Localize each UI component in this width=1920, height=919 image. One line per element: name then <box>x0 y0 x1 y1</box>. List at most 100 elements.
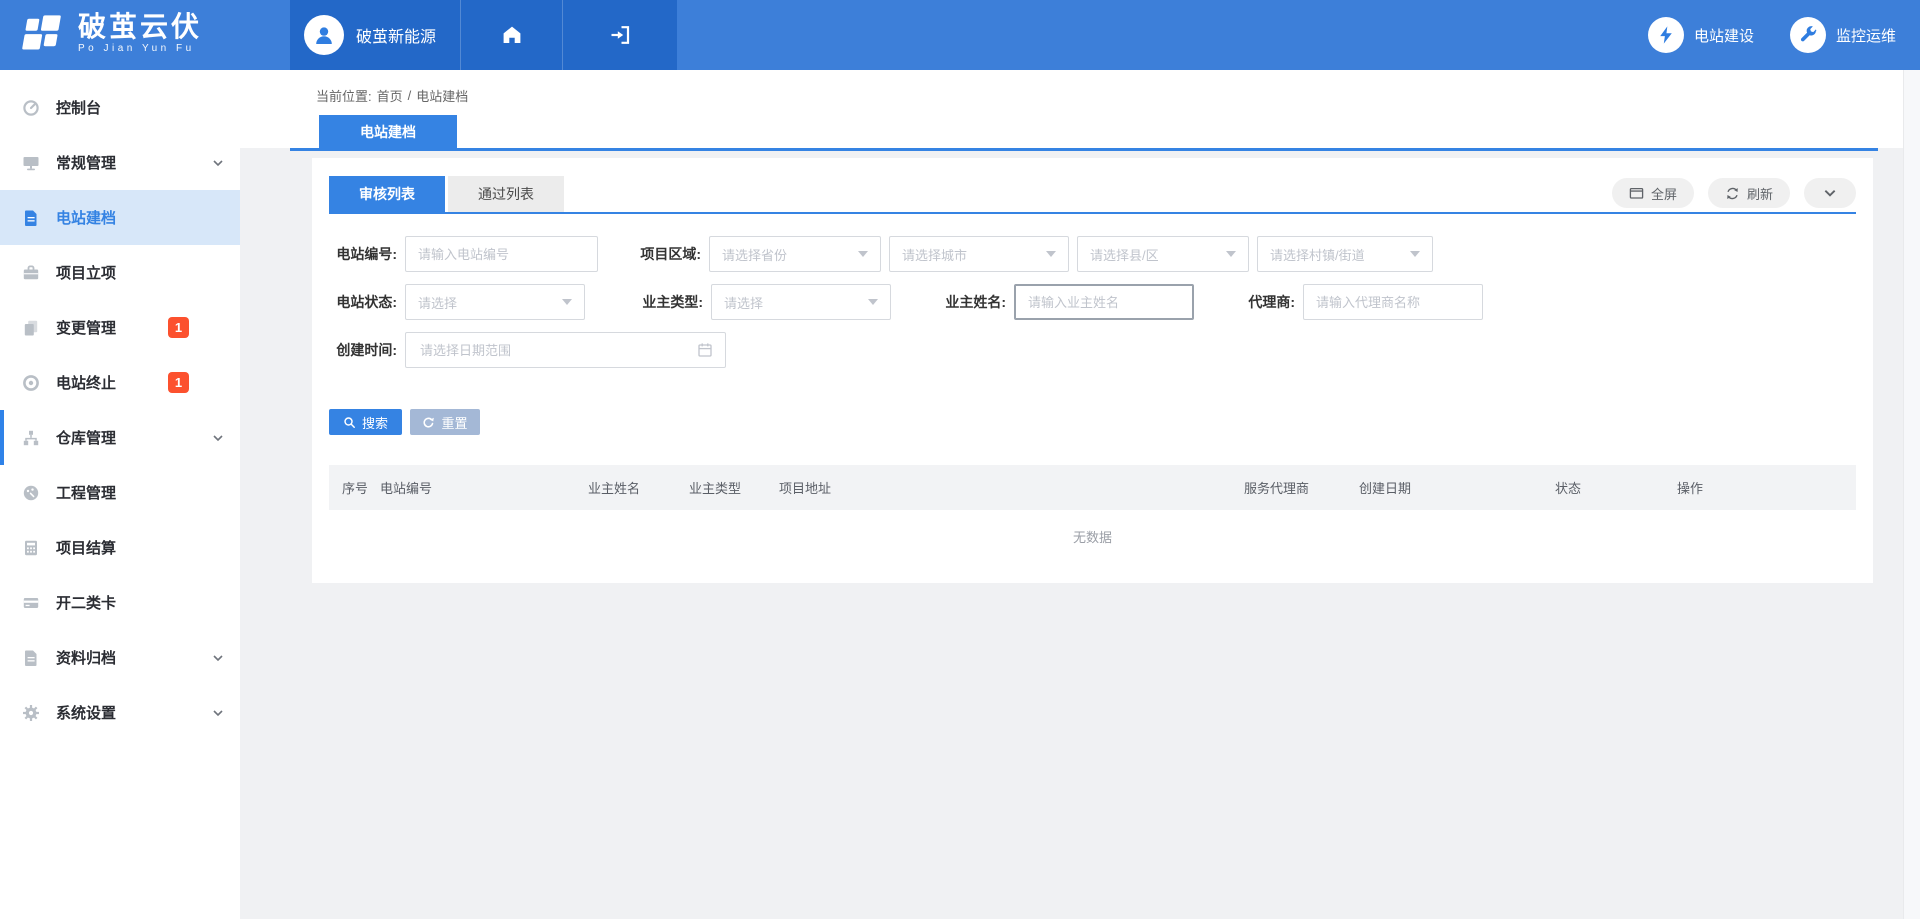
tab-review-list[interactable]: 审核列表 <box>329 176 445 212</box>
agent-input[interactable] <box>1303 284 1483 320</box>
sidebar-item-station-termination[interactable]: 电站终止 1 <box>0 355 240 410</box>
sidebar-item-warehouse-mgmt[interactable]: 仓库管理 <box>0 410 240 465</box>
table-empty-state: 无数据 <box>329 510 1856 565</box>
sidebar-item-system-settings[interactable]: 系统设置 <box>0 685 240 740</box>
filter-row-1: 电站编号: 项目区域: 请选择省份 请选择城市 请选择县/区 请选择村镇/街道 <box>329 236 1856 272</box>
province-select[interactable]: 请选择省份 <box>709 236 881 272</box>
user-menu[interactable]: 破茧新能源 <box>290 0 460 70</box>
lightning-icon <box>1648 17 1684 53</box>
reset-button[interactable]: 重置 <box>410 409 480 435</box>
sidebar-item-open-type2-card[interactable]: 开二类卡 <box>0 575 240 630</box>
sidebar: 控制台 常规管理 电站建档 <box>0 70 240 919</box>
sidebar-item-console[interactable]: 控制台 <box>0 80 240 135</box>
sidebar-item-data-archive[interactable]: 资料归档 <box>0 630 240 685</box>
chevron-down-icon <box>212 707 224 719</box>
app-window: 破茧云伏 Po Jian Yun Fu 破茧新能源 <box>0 0 1920 919</box>
sidebar-item-general-mgmt[interactable]: 常规管理 <box>0 135 240 190</box>
owner-type-select[interactable]: 请选择 <box>711 284 891 320</box>
filter-form: 电站编号: 项目区域: 请选择省份 请选择城市 请选择县/区 请选择村镇/街道 <box>329 236 1856 368</box>
sidebar-item-station-archive[interactable]: 电站建档 <box>0 190 240 245</box>
wrench-icon <box>1790 17 1826 53</box>
card-icon <box>22 594 40 612</box>
main-content: 当前位置: 首页 / 电站建档 电站建档 审核列表 通过列表 全屏 <box>240 70 1920 919</box>
caret-down-icon <box>868 299 878 305</box>
notification-badge: 1 <box>168 317 189 338</box>
header-nav-band: 破茧新能源 <box>290 0 677 70</box>
breadcrumb-home-link[interactable]: 首页 <box>377 86 403 105</box>
sign-out-button[interactable] <box>562 0 677 70</box>
home-icon <box>500 23 524 47</box>
breadcrumb-bar: 当前位置: 首页 / 电站建档 电站建档 <box>240 70 1903 148</box>
caret-down-icon <box>1046 251 1056 257</box>
column-header-owner-type: 业主类型 <box>676 478 766 497</box>
gear-icon <box>22 704 40 722</box>
breadcrumb-prefix: 当前位置: <box>316 86 372 105</box>
filter-row-3: 创建时间: <box>329 332 1856 368</box>
home-button[interactable] <box>460 0 562 70</box>
gauge-icon <box>22 484 40 502</box>
date-range-input[interactable] <box>418 342 668 359</box>
sidebar-item-project-initiation[interactable]: 项目立项 <box>0 245 240 300</box>
quick-link-monitor-ops[interactable]: 监控运维 <box>1790 17 1896 53</box>
caret-down-icon <box>858 251 868 257</box>
column-header-status: 状态 <box>1542 478 1664 497</box>
chevron-down-icon <box>1823 186 1837 200</box>
briefcase-icon <box>22 264 40 282</box>
column-header-project-address: 项目地址 <box>766 478 1231 497</box>
avatar <box>304 15 344 55</box>
dashboard-icon <box>22 99 40 117</box>
fullscreen-icon <box>1629 186 1644 201</box>
logo-icon <box>20 11 64 55</box>
sign-out-icon <box>608 23 632 47</box>
filter-actions: 搜索 重置 <box>329 409 1856 435</box>
target-icon <box>22 374 40 392</box>
filter-row-2: 电站状态: 请选择 业主类型: 请选择 业主姓名: 代理商: <box>329 284 1856 320</box>
fullscreen-button[interactable]: 全屏 <box>1612 178 1694 208</box>
county-select[interactable]: 请选择县/区 <box>1077 236 1249 272</box>
agent-label: 代理商: <box>1194 292 1303 312</box>
refresh-button[interactable]: 刷新 <box>1708 178 1790 208</box>
village-select[interactable]: 请选择村镇/街道 <box>1257 236 1433 272</box>
column-header-index: 序号 <box>329 478 367 497</box>
breadcrumb-current: 电站建档 <box>416 86 468 105</box>
station-status-select[interactable]: 请选择 <box>405 284 585 320</box>
user-icon <box>312 23 336 47</box>
file-icon <box>22 649 40 667</box>
user-name: 破茧新能源 <box>356 23 436 47</box>
caret-down-icon <box>1226 251 1236 257</box>
owner-type-label: 业主类型: <box>585 292 711 312</box>
caret-down-icon <box>562 299 572 305</box>
station-no-label: 电站编号: <box>329 244 405 264</box>
tab-passed-list[interactable]: 通过列表 <box>448 176 564 212</box>
vertical-scrollbar[interactable] <box>1903 70 1920 919</box>
list-card: 审核列表 通过列表 全屏 <box>312 158 1873 583</box>
page-tab-underline <box>290 148 1878 151</box>
logo-subtitle: Po Jian Yun Fu <box>78 43 202 54</box>
card-toolbar: 全屏 刷新 <box>1612 178 1856 208</box>
column-header-owner-name: 业主姓名 <box>575 478 676 497</box>
monitor-icon <box>22 154 40 172</box>
collapse-toolbar-button[interactable] <box>1804 178 1856 208</box>
city-select[interactable]: 请选择城市 <box>889 236 1069 272</box>
search-button[interactable]: 搜索 <box>329 409 402 435</box>
sidebar-item-change-mgmt[interactable]: 变更管理 1 <box>0 300 240 355</box>
notification-badge: 1 <box>168 372 189 393</box>
sidebar-item-project-settlement[interactable]: 项目结算 <box>0 520 240 575</box>
sidebar-item-engineering-mgmt[interactable]: 工程管理 <box>0 465 240 520</box>
quick-link-label: 监控运维 <box>1836 25 1896 46</box>
breadcrumb: 当前位置: 首页 / 电站建档 <box>316 86 468 105</box>
region-label: 项目区域: <box>598 244 709 264</box>
page-tab-station-archive[interactable]: 电站建档 <box>319 115 457 148</box>
card-tabs: 审核列表 通过列表 全屏 <box>329 176 1856 214</box>
calculator-icon <box>22 539 40 557</box>
owner-name-label: 业主姓名: <box>891 292 1014 312</box>
station-no-input[interactable] <box>405 236 598 272</box>
owner-name-input[interactable] <box>1014 284 1194 320</box>
caret-down-icon <box>1410 251 1420 257</box>
chevron-down-icon <box>212 432 224 444</box>
refresh-icon <box>1725 186 1740 201</box>
search-icon <box>343 416 356 429</box>
date-range-picker[interactable] <box>405 332 726 368</box>
reset-icon <box>422 416 435 429</box>
quick-link-station-build[interactable]: 电站建设 <box>1648 17 1754 53</box>
